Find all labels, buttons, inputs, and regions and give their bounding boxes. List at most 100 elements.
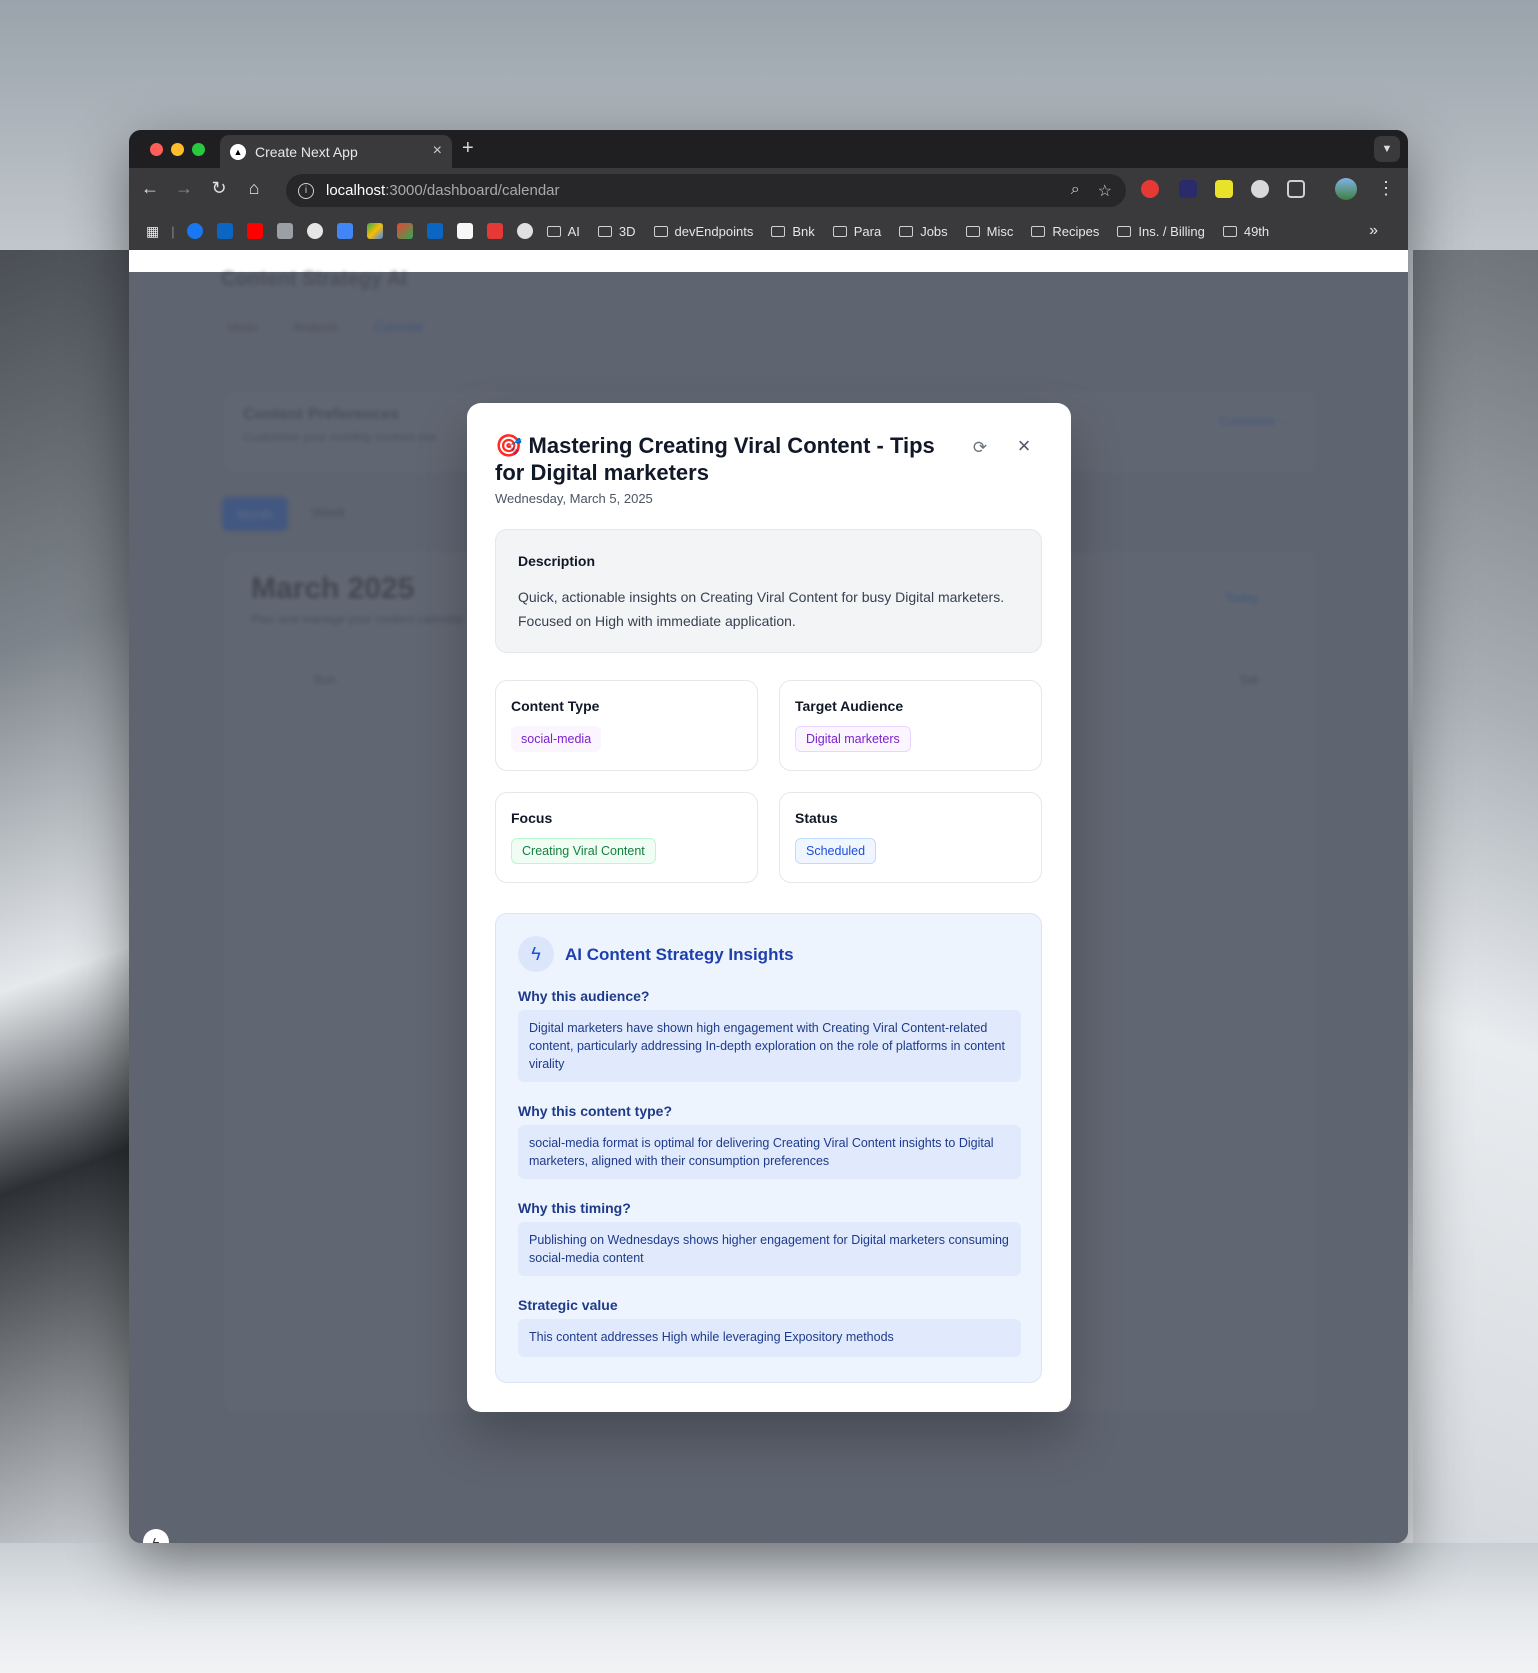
bookmark-folder-label: Misc	[986, 223, 1014, 239]
focus-card: Focus Creating Viral Content	[495, 792, 758, 883]
extension-red-icon[interactable]	[1141, 180, 1159, 198]
desktop-wallpaper-right	[1413, 250, 1538, 1550]
bookmark-folder-label: devEndpoints	[674, 223, 754, 239]
insight-answer-timing: Publishing on Wednesdays shows higher en…	[518, 1222, 1021, 1276]
folder-icon	[653, 225, 668, 237]
focus-badge: Creating Viral Content	[511, 838, 656, 864]
facebook-icon[interactable]	[186, 223, 203, 239]
bookmark-folder-49th[interactable]: 49th	[1222, 223, 1270, 239]
bookmarks-bar: ▦ | AI 3D devEndpoints Bnk Para Jobs Mis…	[129, 212, 1408, 250]
customize-link[interactable]: Customize →	[1219, 414, 1291, 428]
home-icon[interactable]: ⌂	[242, 178, 266, 199]
folder-icon	[832, 225, 847, 237]
insight-answer-strategic-value: This content addresses High while levera…	[518, 1319, 1021, 1357]
nav-tab-ideas[interactable]: Ideas	[227, 320, 256, 334]
linkedin-icon[interactable]	[216, 223, 233, 239]
bookmark-folder-misc[interactable]: Misc	[965, 223, 1014, 239]
reload-icon[interactable]: ↻	[207, 178, 231, 199]
bookmark-star-icon[interactable]: ☆	[1098, 181, 1112, 201]
extension-s-icon[interactable]	[1251, 180, 1269, 198]
browser-menu-icon[interactable]: ⋮	[1374, 178, 1398, 199]
insight-question-strategic-value: Strategic value	[518, 1297, 618, 1313]
url-host: localhost	[326, 182, 386, 199]
globe-icon[interactable]	[516, 223, 533, 239]
site-info-icon[interactable]: i	[298, 182, 314, 199]
insight-question-audience: Why this audience?	[518, 988, 650, 1004]
status-badge: Scheduled	[795, 838, 877, 864]
bookmark-folder-label: 3D	[618, 223, 636, 239]
bookmark-folder-para[interactable]: Para	[832, 224, 881, 239]
bookmark-folder-billing[interactable]: Ins. / Billing	[1117, 223, 1205, 239]
linkedin-icon-2[interactable]	[426, 223, 443, 239]
preferences-title: Content Preferences	[243, 406, 400, 423]
bookmark-folder-devendpoints[interactable]: devEndpoints	[653, 223, 754, 239]
regenerate-icon[interactable]: ⟳	[970, 438, 990, 458]
weekday-sat: Sat	[1239, 672, 1259, 687]
content-type-badge: social-media	[511, 726, 602, 752]
focus-heading: Focus	[511, 810, 553, 826]
app-title: Content Strategy AI	[221, 268, 407, 290]
extension-yellow-icon[interactable]	[1215, 180, 1233, 198]
bookmark-folder-3d[interactable]: 3D	[597, 223, 636, 239]
target-audience-badge: Digital marketers	[795, 726, 911, 752]
description-box: Description Quick, actionable insights o…	[495, 529, 1042, 653]
bookmark-folder-label: Jobs	[920, 223, 948, 239]
close-window-button[interactable]	[150, 143, 163, 156]
week-view-button[interactable]: Week	[312, 505, 345, 520]
modal-title-text: Mastering Creating Viral Content - Tips …	[495, 433, 935, 485]
bookmark-folder-bnk[interactable]: Bnk	[771, 224, 815, 239]
tab-close-icon[interactable]: ×	[433, 142, 442, 160]
target-audience-heading: Target Audience	[795, 698, 904, 714]
folder-icon	[597, 225, 612, 237]
bookmark-folder-label: Recipes	[1052, 223, 1100, 239]
insight-answer-content-type: social-media format is optimal for deliv…	[518, 1125, 1021, 1179]
profile-avatar[interactable]	[1335, 178, 1357, 200]
folder-icon	[965, 225, 980, 237]
status-card: Status Scheduled	[779, 792, 1042, 883]
flag-icon[interactable]	[486, 223, 503, 239]
bookmark-folder-ai[interactable]: AI	[546, 224, 580, 239]
zoom-icon[interactable]: ⌕	[1071, 181, 1080, 201]
news-icon[interactable]	[276, 223, 293, 239]
address-bar[interactable]: i localhost:3000/dashboard/calendar ⌕ ☆	[286, 174, 1126, 207]
google-drive-icon[interactable]	[366, 223, 383, 239]
google-photos-icon[interactable]	[396, 223, 413, 239]
status-heading: Status	[795, 810, 838, 826]
back-arrow-icon[interactable]: ←	[138, 178, 162, 199]
amazon-icon[interactable]	[456, 223, 473, 239]
month-view-button[interactable]: Month	[222, 497, 288, 531]
modal-title: 🎯 Mastering Creating Viral Content - Tip…	[495, 432, 965, 486]
apps-grid-icon[interactable]: ▦	[146, 223, 159, 240]
close-icon[interactable]: ×	[1014, 435, 1034, 457]
bookmark-folder-label: 49th	[1243, 223, 1270, 239]
bookmark-folder-jobs[interactable]: Jobs	[899, 223, 948, 239]
browser-tab[interactable]: ▲ Create Next App ×	[220, 135, 452, 168]
google-calendar-icon[interactable]	[336, 223, 353, 239]
nav-tab-analysis[interactable]: Analysis	[293, 320, 338, 334]
nav-tab-calendar[interactable]: Calendar	[375, 320, 424, 334]
minimize-window-button[interactable]	[171, 143, 184, 156]
youtube-icon[interactable]	[246, 223, 263, 239]
description-heading: Description	[518, 553, 596, 569]
bookmark-separator: |	[171, 223, 175, 239]
forward-arrow-icon[interactable]: →	[172, 178, 196, 199]
folder-icon	[771, 225, 786, 237]
extensions-puzzle-icon[interactable]	[1287, 180, 1305, 198]
tab-title: Create Next App	[255, 143, 358, 160]
content-type-card: Content Type social-media	[495, 680, 758, 771]
ai-insights-title: AI Content Strategy Insights	[565, 945, 794, 964]
maximize-window-button[interactable]	[192, 143, 205, 156]
github-icon[interactable]	[306, 223, 323, 239]
today-button[interactable]: Today	[1224, 590, 1259, 605]
tab-search-chevron-icon[interactable]: ▼	[1374, 136, 1400, 162]
folder-icon	[546, 225, 561, 237]
more-bookmarks-icon[interactable]: »	[1369, 222, 1378, 240]
event-detail-modal: 🎯 Mastering Creating Viral Content - Tip…	[467, 403, 1071, 1412]
new-tab-button[interactable]: +	[462, 137, 474, 160]
target-emoji-icon: 🎯	[495, 433, 523, 458]
extension-eye-icon[interactable]	[1179, 180, 1197, 198]
url-path: :3000/dashboard/calendar	[385, 182, 560, 199]
bookmark-folder-label: Ins. / Billing	[1138, 223, 1205, 239]
bookmark-folder-recipes[interactable]: Recipes	[1031, 224, 1099, 239]
folder-icon	[899, 225, 914, 237]
